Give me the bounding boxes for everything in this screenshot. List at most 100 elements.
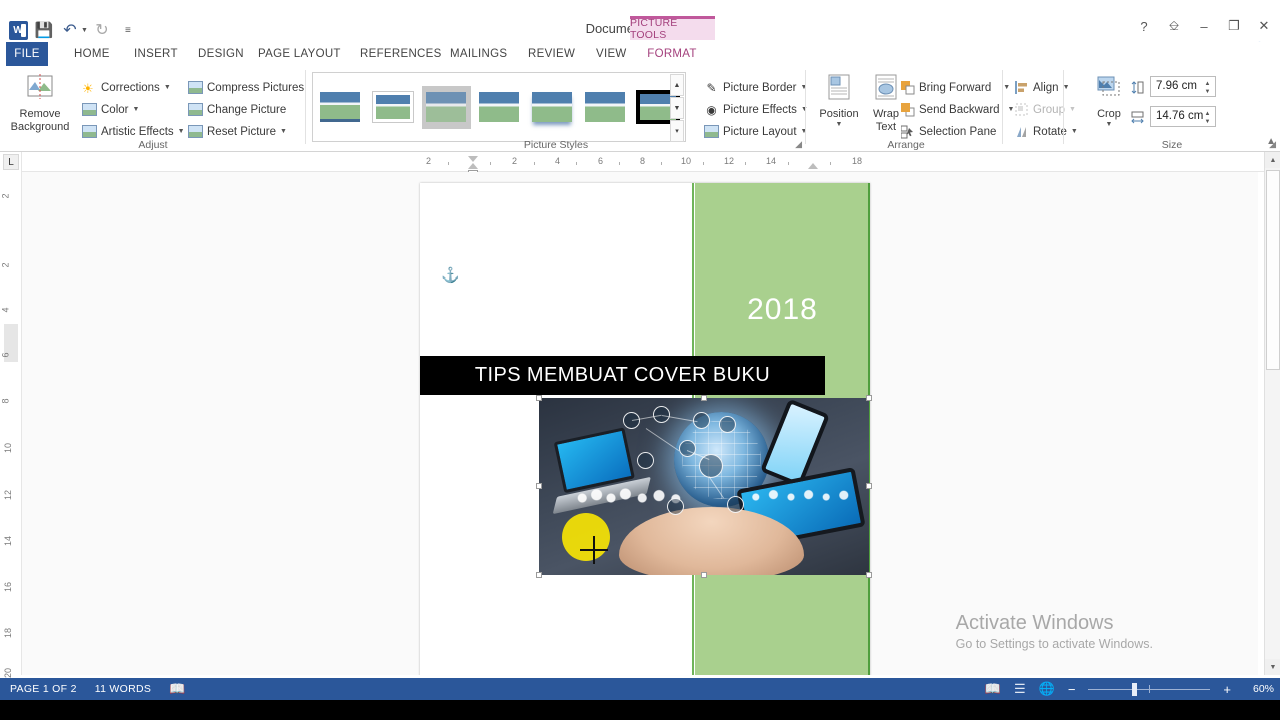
corrections-button[interactable]: ☀ Corrections ▼ [82, 78, 171, 97]
picture-style-thumb-5[interactable] [527, 86, 576, 129]
zoom-slider-thumb[interactable] [1132, 683, 1138, 696]
tab-stop-selector[interactable]: L [3, 154, 19, 170]
selection-handle-top-right[interactable] [866, 395, 872, 401]
tab-mailings[interactable]: MAILINGS [440, 42, 517, 66]
crop-button[interactable]: Crop ▼ [1086, 76, 1132, 129]
hruler-label-5: 10 [681, 156, 692, 166]
brightness-icon: ☀ [82, 81, 94, 96]
tab-page-layout[interactable]: PAGE LAYOUT [248, 42, 351, 66]
selection-handle-bottom-right[interactable] [866, 572, 872, 578]
align-button[interactable]: Align ▼ [1014, 78, 1070, 97]
picture-layout-icon [704, 124, 719, 139]
page-indicator[interactable]: PAGE 1 OF 2 [10, 683, 77, 695]
selection-handle-top-left[interactable] [536, 395, 542, 401]
tab-format[interactable]: FORMAT [640, 42, 704, 66]
hruler-label-7: 14 [766, 156, 777, 166]
selection-handle-middle-right[interactable] [866, 483, 872, 489]
tab-references[interactable]: REFERENCES [350, 42, 452, 66]
send-backward-button[interactable]: Send Backward ▼ [900, 100, 1014, 119]
scroll-up-icon[interactable]: ▲ [1265, 152, 1280, 168]
title-bar: W 💾 ↶ ▼ ↻ ≡ Document2 - Word PICTURE TOO… [0, 0, 1280, 61]
chevron-down-icon: ▼ [835, 120, 843, 128]
gallery-scroll-up-icon[interactable]: ▲ [670, 74, 684, 96]
restore-button[interactable]: ❐ [1226, 18, 1242, 34]
chevron-down-icon: ▼ [163, 84, 171, 91]
help-icon[interactable]: ? [1136, 19, 1152, 34]
cover-title-banner[interactable]: TIPS MEMBUAT COVER BUKU [420, 356, 825, 395]
gallery-scroll-down-icon[interactable]: ▼ [670, 97, 684, 119]
right-indent-marker[interactable] [808, 163, 818, 169]
tab-review[interactable]: REVIEW [518, 42, 585, 66]
vruler-label-9: 18 [3, 627, 14, 639]
close-button[interactable]: ✕ [1256, 18, 1272, 34]
bring-forward-button[interactable]: Bring Forward ▼ [900, 78, 1010, 97]
picture-style-thumb-4[interactable] [475, 86, 524, 129]
shape-width-row [1130, 108, 1145, 127]
remove-background-button[interactable]: Remove Background [6, 74, 74, 134]
document-canvas[interactable]: 2018 ⚓ TIPS MEMBUAT COVER BUKU Activate … [22, 172, 1258, 675]
hruler-label-2: 4 [555, 156, 561, 166]
tab-design[interactable]: DESIGN [188, 42, 254, 66]
shape-width-stepper[interactable]: ▲ ▼ [1201, 108, 1214, 127]
zoom-level-label[interactable]: 60% [1244, 683, 1274, 695]
picture-style-thumb-6[interactable] [580, 86, 629, 129]
picture-style-thumb-1[interactable] [316, 86, 365, 129]
hruler-label-0: 2 [426, 156, 432, 166]
zoom-out-button[interactable]: − [1068, 682, 1076, 697]
zoom-in-button[interactable]: + [1223, 682, 1231, 697]
proofing-icon[interactable]: 📖 [169, 681, 186, 697]
shape-height-input[interactable]: 7.96 cm ▲ ▼ [1150, 76, 1216, 97]
hruler-label-4: 8 [640, 156, 646, 166]
ribbon-display-options-icon[interactable]: ⎒ [1166, 18, 1182, 34]
selection-handle-bottom-center[interactable] [701, 572, 707, 578]
picture-styles-gallery[interactable]: ▲ ▼ ▾ [312, 72, 686, 142]
tab-file[interactable]: FILE [6, 42, 48, 66]
vertical-scrollbar[interactable]: ▲ ▼ [1264, 152, 1280, 675]
compress-pictures-button[interactable]: Compress Pictures [188, 78, 304, 97]
ruler-tick [661, 162, 662, 165]
first-line-indent-marker[interactable] [468, 156, 478, 162]
selection-handle-middle-left[interactable] [536, 483, 542, 489]
position-label: Position [819, 108, 859, 121]
picture-border-button[interactable]: ✎ Picture Border ▼ [704, 78, 807, 97]
collapse-ribbon-icon[interactable]: ▲ [1266, 136, 1276, 147]
watermark-title: Activate Windows [955, 612, 1114, 634]
color-button[interactable]: Color ▼ [82, 100, 139, 119]
minimize-button[interactable]: – [1196, 19, 1212, 34]
vruler-label-2: 4 [0, 307, 11, 313]
read-mode-icon[interactable]: 📖 [985, 681, 1001, 697]
vertical-ruler[interactable] [0, 152, 22, 675]
picture-style-thumb-3[interactable] [421, 85, 471, 129]
hanging-indent-marker[interactable] [468, 163, 478, 169]
align-label: Align [1033, 81, 1059, 94]
print-layout-icon[interactable]: ☰ [1014, 681, 1026, 697]
tab-home[interactable]: HOME [64, 42, 120, 66]
shape-height-stepper[interactable]: ▲ ▼ [1201, 78, 1214, 97]
group-objects-icon [1014, 102, 1029, 117]
zoom-slider[interactable] [1088, 682, 1211, 696]
web-layout-icon[interactable]: 🌐 [1039, 681, 1055, 697]
status-bar-right: 📖 ☰ 🌐 − + 60% [985, 681, 1274, 697]
crop-icon [1096, 76, 1122, 105]
word-count[interactable]: 11 WORDS [95, 683, 151, 695]
change-picture-button[interactable]: Change Picture [188, 100, 286, 119]
picture-effects-button[interactable]: ◉ Picture Effects ▼ [704, 100, 808, 119]
tab-insert[interactable]: INSERT [124, 42, 188, 66]
hruler-label-8: 18 [852, 156, 863, 166]
tab-view[interactable]: VIEW [586, 42, 637, 66]
vruler-label-0: 2 [0, 193, 11, 199]
picture-styles-dialog-launcher[interactable]: ◢ [795, 139, 802, 150]
network-node-icon [719, 416, 736, 433]
position-button[interactable]: Position ▼ [814, 74, 864, 129]
selection-handle-top-center[interactable] [701, 395, 707, 401]
remove-background-icon [25, 74, 55, 105]
shape-width-icon [1130, 110, 1145, 125]
network-node-icon [679, 440, 696, 457]
selection-handle-bottom-left[interactable] [536, 572, 542, 578]
picture-style-thumb-2[interactable] [369, 86, 418, 129]
shape-width-input[interactable]: 14.76 cm ▲ ▼ [1150, 106, 1216, 127]
ruler-tick [576, 162, 577, 165]
scroll-down-icon[interactable]: ▼ [1265, 659, 1280, 675]
scrollbar-thumb[interactable] [1266, 170, 1280, 370]
document-page[interactable]: 2018 ⚓ TIPS MEMBUAT COVER BUKU [420, 183, 872, 675]
